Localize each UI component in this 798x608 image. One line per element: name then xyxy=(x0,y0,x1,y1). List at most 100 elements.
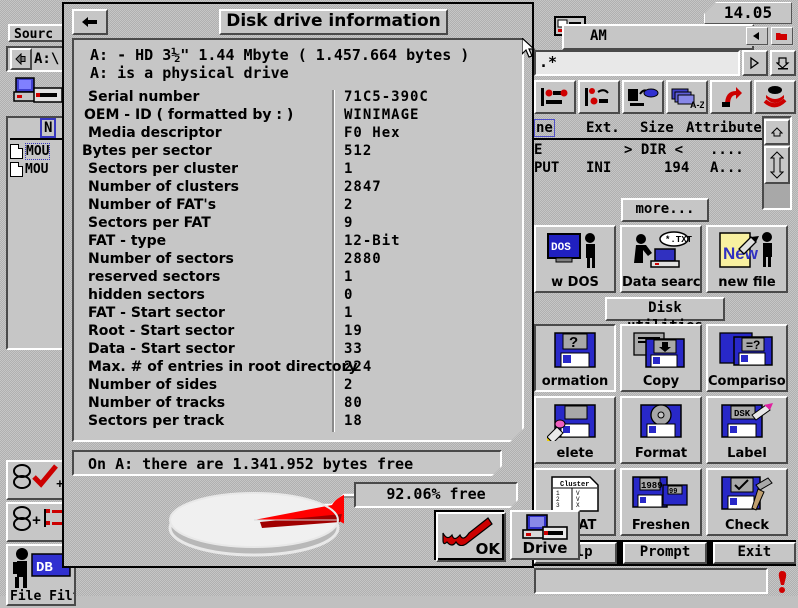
exit-button[interactable]: Exit xyxy=(712,542,796,564)
row-value: 1 xyxy=(344,305,354,321)
table-row: OEM - ID ( formatted by : ) WINIMAGE xyxy=(74,106,522,124)
search-input[interactable]: .* xyxy=(534,50,740,76)
comparison-button[interactable]: =? Comparison xyxy=(706,324,788,392)
nav-button-group xyxy=(744,26,794,46)
nav-back-button[interactable] xyxy=(745,27,768,45)
row-value: 1 xyxy=(344,161,354,177)
clock-display: 14.05 xyxy=(704,2,792,24)
drive-label-value: AM xyxy=(590,28,607,44)
row-value: 71C5-390C xyxy=(344,89,429,105)
table-row: Number of sectors 2880 xyxy=(74,250,522,268)
svg-text:99: 99 xyxy=(669,488,677,496)
row-value: 80 xyxy=(344,395,363,411)
table-row: Number of clusters 2847 xyxy=(74,178,522,196)
row-label: reserved sectors xyxy=(88,269,221,285)
red-arrow-icon[interactable] xyxy=(710,80,752,114)
scroll-up-icon[interactable] xyxy=(764,119,790,145)
check-button[interactable]: Check xyxy=(706,468,788,536)
desktop: Sourc A:\ N MOU MOU + + DB File Filt 14.… xyxy=(0,0,798,606)
folder-icon[interactable] xyxy=(770,27,793,45)
row-label: FAT - Start sector xyxy=(88,305,225,321)
label-button[interactable]: DSK Label xyxy=(706,396,788,464)
left-arrow-icon[interactable] xyxy=(72,9,108,35)
fat-table-icon: Cluster 1V 2V 3X xyxy=(536,474,614,514)
freshen-button[interactable]: 1989 99 Freshen xyxy=(620,468,702,536)
row-label: Sectors per FAT xyxy=(88,215,211,231)
column-header-ext[interactable]: Ext. xyxy=(586,120,620,136)
data-search-label: Data search xyxy=(622,275,702,290)
filter-download-button[interactable] xyxy=(770,50,796,76)
copy-label: Copy xyxy=(642,374,680,389)
scrollbar[interactable] xyxy=(762,116,792,210)
svg-text:+: + xyxy=(32,513,41,530)
drive-summary-line-1: A: - HD 3½" 1.44 Mbyte ( 1.457.664 bytes… xyxy=(90,46,470,64)
new-file-button[interactable]: New new file xyxy=(706,225,788,293)
file-filter-label: File Filt xyxy=(10,589,76,604)
data-search-button[interactable]: *.TXT Data search xyxy=(620,225,702,293)
cell-size: > DIR < xyxy=(624,142,684,158)
comparison-label: Comparison xyxy=(708,374,788,389)
mouse-cursor xyxy=(521,36,536,58)
delete-button[interactable]: elete xyxy=(534,396,616,464)
tree-item-label: MOU xyxy=(25,161,49,177)
row-value: 12-Bit xyxy=(344,233,401,249)
cell-name: PUT xyxy=(534,160,560,176)
floppy-delete-icon xyxy=(536,402,614,442)
format-button[interactable]: Format xyxy=(620,396,702,464)
scroll-thumb-icon[interactable] xyxy=(764,146,790,184)
row-value: 224 xyxy=(344,359,373,375)
disk-usage-pie-chart xyxy=(164,482,499,558)
drive-label-field[interactable]: AM xyxy=(562,24,754,50)
sort-az-icon[interactable]: A-Z xyxy=(666,80,708,114)
information-button[interactable]: ? ormation xyxy=(534,324,616,392)
new-dos-button[interactable]: DOS w DOS xyxy=(534,225,616,293)
utility-button-grid: more... DOS w DOS *.TXT Data search New … xyxy=(534,198,796,540)
dialog-body: A: - HD 3½" 1.44 Mbyte ( 1.457.664 bytes… xyxy=(72,38,524,442)
drive-button[interactable]: Drive xyxy=(510,510,580,560)
table-row: Sectors per FAT 9 xyxy=(74,214,522,232)
section-title-more: more... xyxy=(621,198,709,222)
table-row: Serial number 71C5-390C xyxy=(74,88,522,106)
ok-button[interactable]: OK xyxy=(434,510,506,562)
table-row: Number of tracks 80 xyxy=(74,394,522,412)
percent-free-callout: 92.06% free xyxy=(354,482,518,508)
table-row: Number of sides 2 xyxy=(74,376,522,394)
drive-info-table: Serial number 71C5-390C OEM - ID ( format… xyxy=(74,88,522,430)
tool-disk-button[interactable] xyxy=(622,80,664,114)
row-value: 1 xyxy=(344,269,354,285)
section-title-disk-utilities: Disk utilities xyxy=(605,297,725,334)
row-label: Number of sectors xyxy=(88,251,234,267)
tool-branch-button[interactable] xyxy=(578,80,620,114)
floppy-freshen-icon: 1989 99 xyxy=(622,474,700,514)
prompt-button[interactable]: Prompt xyxy=(623,542,707,564)
table-row: FAT - type 12-Bit xyxy=(74,232,522,250)
cell-attributes: .... xyxy=(710,142,744,158)
svg-text:A-Z: A-Z xyxy=(690,100,704,109)
row-label: Sectors per track xyxy=(88,413,225,429)
filter-apply-button[interactable] xyxy=(742,50,768,76)
table-row: Data - Start sector 33 xyxy=(74,340,522,358)
dialog-inner: Disk drive information A: - HD 3½" 1.44 … xyxy=(64,4,580,566)
status-bar xyxy=(534,568,768,594)
copy-button[interactable]: Copy xyxy=(620,324,702,392)
row-value: 0 xyxy=(344,287,354,303)
column-header-attributes[interactable]: Attributes xyxy=(686,120,770,136)
tree-selected-node[interactable]: N xyxy=(40,118,57,138)
person-search-icon: *.TXT xyxy=(622,231,700,271)
column-header-size[interactable]: Size xyxy=(640,120,674,136)
refresh-icon[interactable] xyxy=(754,80,796,114)
table-row: Root - Start sector 19 xyxy=(74,322,522,340)
file-manager-panel: 14.05 AM .* A-Z ne Ext. Size Attributes … xyxy=(534,0,798,596)
row-label: Number of sides xyxy=(88,377,218,393)
tool-tree-button[interactable] xyxy=(534,80,576,114)
row-value: 2 xyxy=(344,197,354,213)
format-label: Format xyxy=(634,446,688,461)
check-label: Check xyxy=(725,518,769,533)
row-label: Number of FAT's xyxy=(88,197,217,213)
button-row: ? ormation Copy =? Comparison xyxy=(534,324,796,392)
new-dos-label: w DOS xyxy=(551,275,599,290)
path-back-icon[interactable] xyxy=(10,48,32,70)
column-header-name[interactable]: ne xyxy=(534,119,555,137)
file-icon xyxy=(10,143,23,159)
row-value: 19 xyxy=(344,323,363,339)
